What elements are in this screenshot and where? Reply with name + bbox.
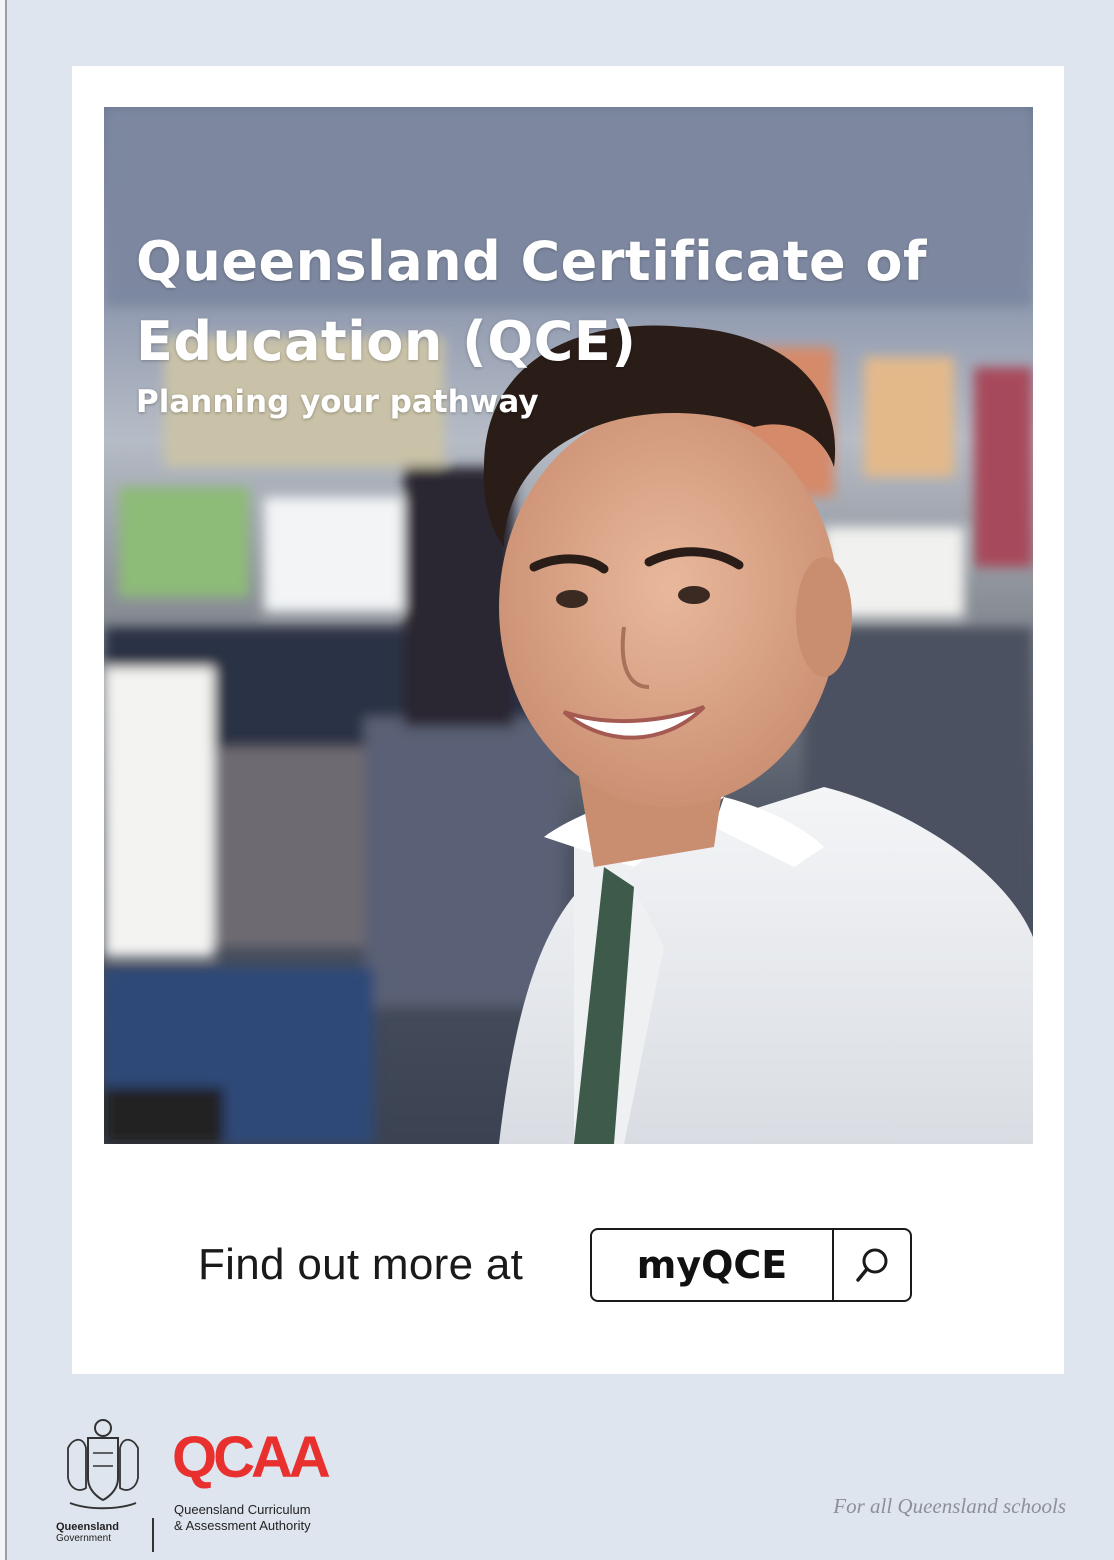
footer: Queensland Government QCAA Queensland Cu…	[0, 1390, 1114, 1560]
qcaa-name-line-2: & Assessment Authority	[174, 1518, 311, 1533]
title-line-2: Education (QCE)	[136, 310, 637, 373]
gov-line-2: Government	[56, 1533, 112, 1544]
gov-line-1: Queensland	[56, 1521, 119, 1533]
logo-divider	[152, 1518, 154, 1552]
queensland-coat-of-arms-logo	[58, 1408, 148, 1522]
document-subtitle: Planning your pathway	[136, 384, 539, 420]
page-edge	[0, 0, 7, 1560]
title-line-1: Queensland Certificate of	[136, 230, 928, 293]
call-to-action: Find out more at	[198, 1228, 523, 1302]
search-box: myQCE	[590, 1228, 912, 1302]
qcaa-logo: QCAA	[172, 1425, 331, 1490]
tagline: For all Queensland schools	[833, 1494, 1066, 1518]
qcaa-full-name: Queensland Curriculum & Assessment Autho…	[174, 1502, 311, 1534]
search-icon	[834, 1230, 910, 1300]
document-title: Queensland Certificate of Education (QCE…	[136, 222, 996, 382]
qcaa-name-line-1: Queensland Curriculum	[174, 1502, 311, 1517]
queensland-government-label: Queensland Government	[56, 1521, 156, 1545]
title-block: Queensland Certificate of Education (QCE…	[136, 222, 996, 422]
cta-text: Find out more at	[198, 1240, 524, 1289]
search-term: myQCE	[592, 1230, 834, 1300]
